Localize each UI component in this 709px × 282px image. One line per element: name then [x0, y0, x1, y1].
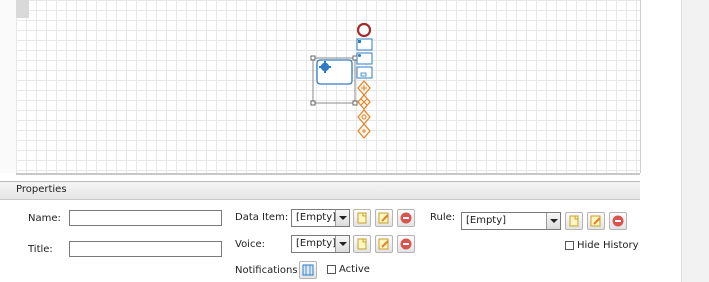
rule-edit-button[interactable] — [587, 212, 605, 230]
data-item-new-button[interactable] — [353, 209, 371, 227]
name-label: Name: — [28, 213, 61, 224]
blue-task-icon[interactable] — [356, 66, 373, 79]
right-side-panel[interactable] — [681, 0, 709, 282]
chevron-down-icon[interactable] — [335, 210, 349, 226]
orange-gateway-icon[interactable] — [357, 80, 371, 96]
voice-select-value: [Empty] — [296, 238, 337, 249]
voice-new-button[interactable] — [353, 235, 371, 253]
delete-icon — [400, 212, 412, 224]
orange-gateway-icon[interactable] — [357, 109, 371, 125]
notifications-label: Notifications : — [235, 265, 305, 276]
chevron-down-icon[interactable] — [335, 236, 349, 252]
name-input[interactable] — [69, 210, 222, 226]
rule-select[interactable]: [Empty] — [461, 212, 561, 230]
diagram-shapes-layer — [310, 22, 373, 139]
rule-select-value: [Empty] — [466, 215, 507, 226]
selected-node[interactable] — [310, 55, 358, 106]
rule-label: Rule: — [430, 212, 456, 223]
active-label: Active — [339, 264, 370, 275]
properties-title: Properties — [16, 184, 67, 195]
data-item-edit-button[interactable] — [375, 209, 393, 227]
voice-label: Voice: — [235, 239, 265, 250]
delete-icon — [400, 238, 412, 250]
orange-gateway-icon[interactable] — [357, 94, 371, 110]
notifications-button[interactable] — [299, 261, 317, 279]
hide-history-label: Hide History — [577, 240, 639, 251]
canvas-divider — [16, 173, 640, 175]
rule-delete-button[interactable] — [609, 212, 627, 230]
voice-delete-button[interactable] — [397, 235, 415, 253]
data-item-select-value: [Empty] — [296, 212, 337, 223]
orange-gateway-icon[interactable] — [357, 123, 371, 139]
rule-new-button[interactable] — [565, 212, 583, 230]
delete-icon — [612, 215, 624, 227]
blue-task-icon[interactable] — [356, 38, 373, 51]
properties-header — [0, 181, 640, 200]
data-item-select[interactable]: [Empty] — [291, 209, 350, 227]
new-document-icon — [357, 212, 367, 224]
chevron-down-icon[interactable] — [546, 213, 560, 229]
data-item-delete-button[interactable] — [397, 209, 415, 227]
red-circle-icon[interactable] — [356, 22, 372, 38]
active-checkbox[interactable] — [327, 265, 336, 274]
edit-icon — [378, 238, 389, 250]
data-item-label: Data Item: — [235, 212, 289, 223]
title-input[interactable] — [69, 241, 222, 257]
new-document-icon — [357, 238, 367, 250]
right-gutter — [641, 0, 681, 282]
edit-icon — [378, 212, 389, 224]
new-document-icon — [569, 215, 579, 227]
edit-icon — [590, 215, 601, 227]
voice-select[interactable]: [Empty] — [291, 235, 350, 253]
hide-history-checkbox[interactable] — [565, 241, 574, 250]
voice-edit-button[interactable] — [375, 235, 393, 253]
title-label: Title: — [28, 244, 53, 255]
blue-task-icon[interactable] — [356, 52, 373, 65]
notifications-grid-icon — [302, 264, 314, 276]
